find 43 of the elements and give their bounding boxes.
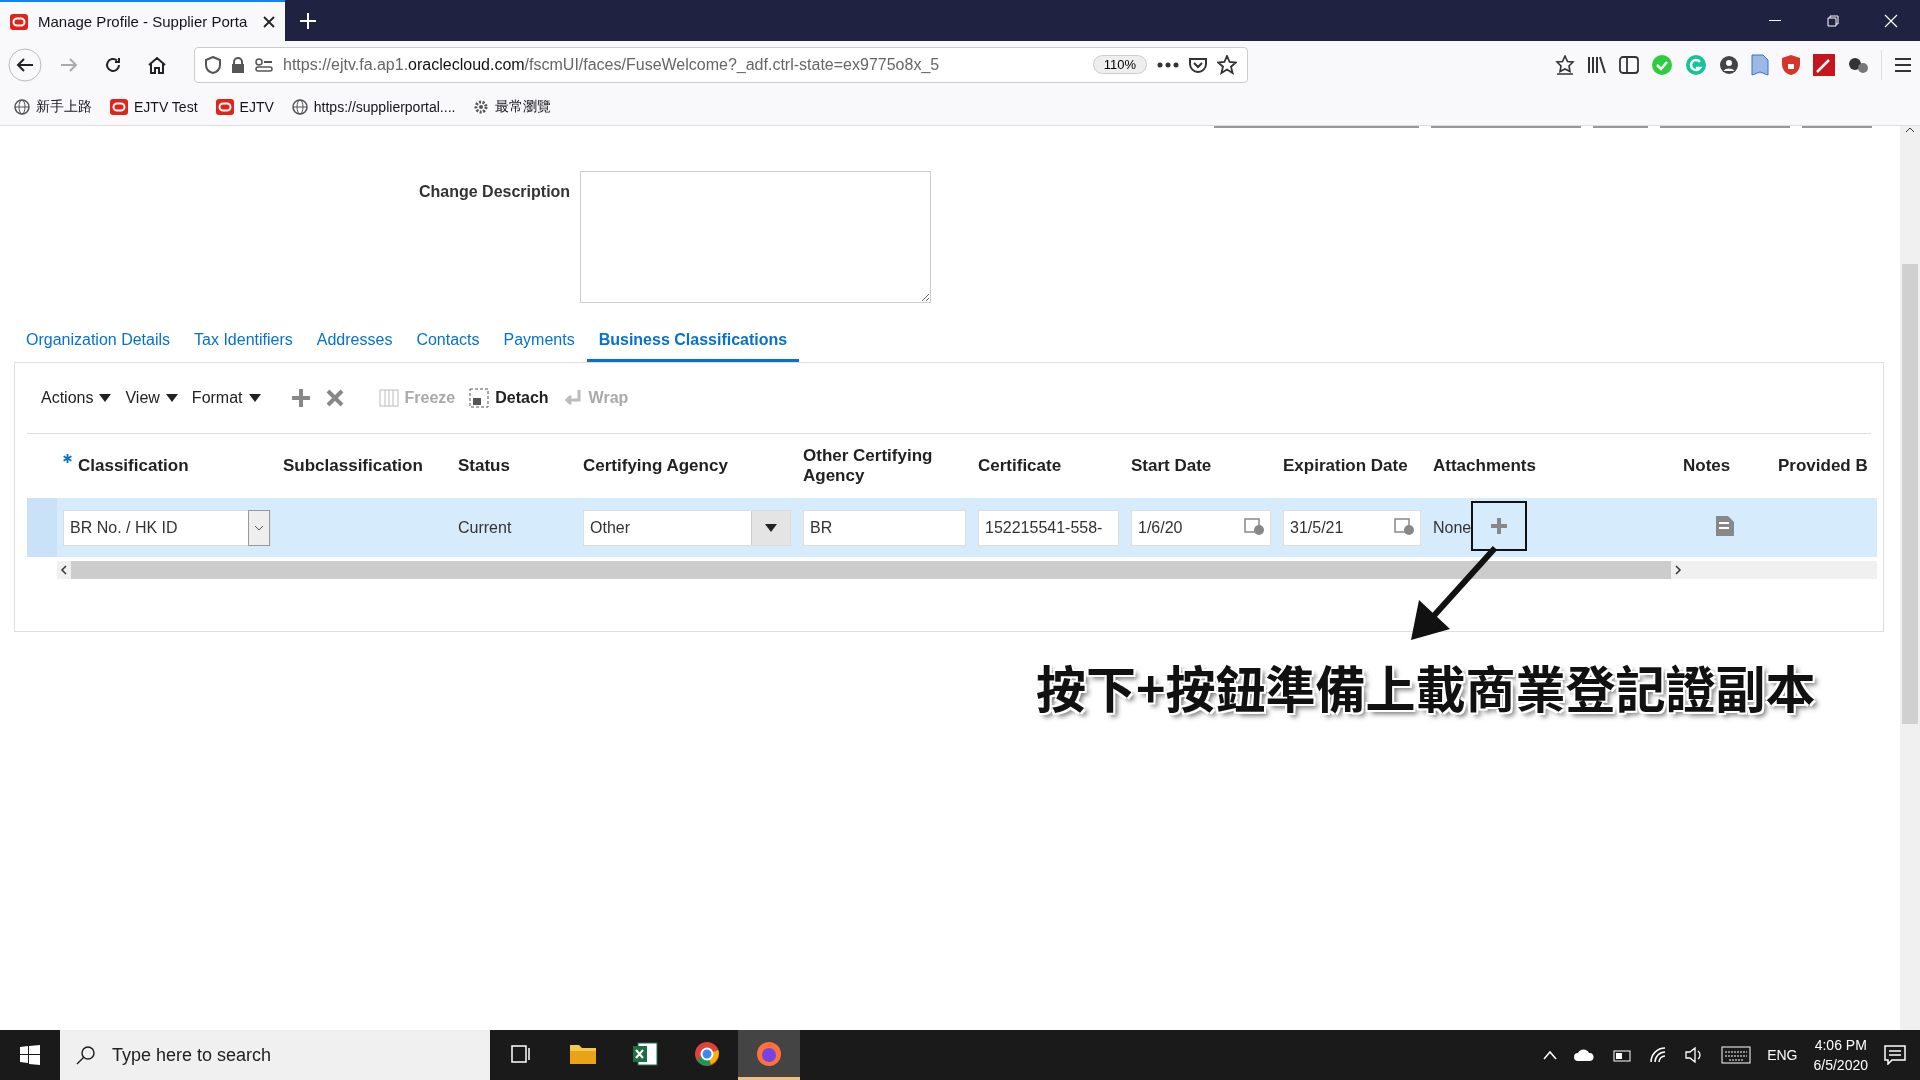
bookmark-link[interactable]: EJTV Test — [110, 98, 198, 115]
clock[interactable]: 4:06 PM 6/5/2020 — [1813, 1035, 1868, 1075]
attachment-text: None — [1433, 518, 1472, 537]
address-bar[interactable]: https://ejtv.fa.ap1.oraclecloud.com/fscmUI/faces/FuseWelcome?_adf.ctrl-state=ex9775o8x_5 110% — [194, 46, 1248, 83]
bookmark-link[interactable]: 最常瀏覽 — [473, 97, 552, 116]
text-field[interactable]: 152215541-558- — [978, 509, 1119, 546]
page-tab[interactable]: Tax Identifiers — [182, 323, 305, 362]
taskbar-search-field[interactable]: Type here to search — [110, 1043, 490, 1067]
column-header: Start Date — [1131, 456, 1212, 476]
classification-select[interactable]: BR No. / HK ID — [63, 509, 271, 546]
page-tab[interactable]: Contacts — [404, 323, 492, 362]
detach-button[interactable]: Detach — [469, 388, 549, 408]
field-label: Change Description — [419, 182, 571, 202]
page-tab[interactable]: Addresses — [304, 323, 405, 362]
date-field[interactable]: 31/5/21 — [1283, 509, 1421, 546]
column-header: Status — [458, 456, 510, 476]
column-header: Notes — [1683, 456, 1731, 476]
column-header: Subclassification — [283, 456, 423, 476]
page-tab[interactable]: Business Classifications — [586, 323, 800, 362]
column-header: Certifying Agency — [583, 456, 728, 476]
language-indicator[interactable]: ENG — [1767, 1047, 1798, 1063]
page-tab[interactable]: Organization Details — [14, 323, 183, 362]
annotation-text: 按下+按鈕準備上載商業登記證副本 — [1036, 650, 1816, 722]
menu-button[interactable]: View — [125, 389, 178, 407]
page-tab[interactable]: Payments — [491, 323, 587, 362]
column-header: Classification — [78, 456, 189, 476]
agency-dropdown[interactable]: Other — [583, 509, 791, 546]
column-header: Expiration Date — [1283, 456, 1408, 476]
text-field[interactable]: BR — [803, 509, 966, 546]
browser-tab[interactable]: Manage Profile - Supplier Porta — [0, 0, 285, 41]
column-header: Provided B — [1778, 456, 1868, 476]
menu-button[interactable]: Actions — [41, 389, 112, 407]
column-header: Other Certifying Agency — [803, 446, 934, 486]
bookmark-link[interactable]: EJTV — [215, 98, 274, 115]
bookmark-link[interactable]: https://supplierportal.... — [291, 98, 456, 115]
date-field[interactable]: 1/6/20 — [1131, 509, 1271, 546]
column-header: Attachments — [1433, 456, 1536, 476]
column-header: Certificate — [978, 456, 1062, 476]
bookmark-link[interactable]: 新手上路 — [14, 97, 92, 116]
zoom-level[interactable]: 110% — [1092, 55, 1147, 74]
status-text: Current — [458, 518, 512, 537]
menu-button[interactable]: Format — [191, 389, 261, 407]
taskbar-search-box[interactable]: Type here to search — [60, 1030, 490, 1080]
